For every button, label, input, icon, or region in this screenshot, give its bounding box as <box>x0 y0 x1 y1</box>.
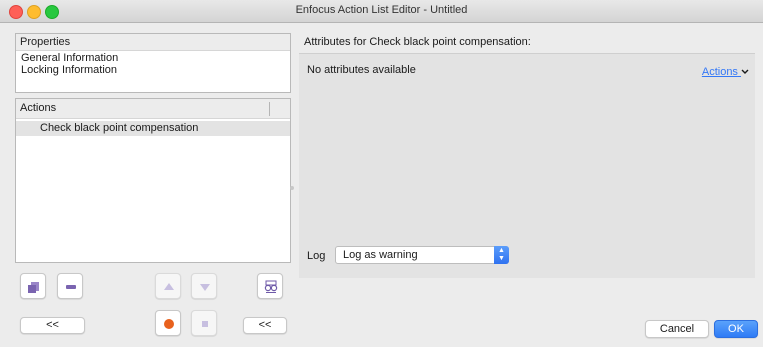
properties-panel: Properties General Information Locking I… <box>15 33 291 93</box>
properties-item-locking[interactable]: Locking Information <box>16 64 290 76</box>
title-bar: Enfocus Action List Editor - Untitled <box>0 0 763 23</box>
log-label: Log <box>307 250 326 262</box>
column-separator <box>269 102 270 116</box>
collapse-right-button[interactable]: << <box>243 317 287 334</box>
move-up-button[interactable] <box>155 273 181 299</box>
properties-item-general[interactable]: General Information <box>16 52 290 64</box>
ok-button[interactable]: OK <box>714 320 758 338</box>
attributes-area: No attributes available Actions Log Log … <box>299 53 755 278</box>
log-select-value: Log as warning <box>343 249 418 261</box>
collapse-left-button[interactable]: << <box>20 317 85 334</box>
actions-header-label: Actions <box>20 102 57 114</box>
stop-icon <box>202 321 208 327</box>
down-arrow-icon <box>200 284 210 291</box>
actions-list-header: Actions <box>16 99 290 119</box>
remove-action-button[interactable] <box>57 273 83 299</box>
properties-header: Properties <box>16 34 290 51</box>
splitter-handle[interactable] <box>290 186 294 190</box>
actions-menu-label: Actions <box>701 66 738 78</box>
no-attributes-text: No attributes available <box>307 64 416 76</box>
select-stepper-icon: ▲ ▼ <box>494 246 509 264</box>
cancel-button[interactable]: Cancel <box>645 320 709 338</box>
move-down-button[interactable] <box>191 273 217 299</box>
actions-list-panel: Actions Check black point compensation <box>15 98 291 263</box>
log-select[interactable]: Log as warning ▲ ▼ <box>335 246 509 264</box>
attributes-title: Attributes for Check black point compens… <box>304 36 531 48</box>
duplicate-icon <box>28 282 39 293</box>
action-item-label: Check black point compensation <box>40 122 199 134</box>
chevron-down-icon <box>741 69 749 75</box>
record-icon <box>164 319 174 329</box>
up-arrow-icon <box>164 283 174 290</box>
action-list-item[interactable]: Check black point compensation <box>16 121 290 136</box>
actions-menu-link[interactable]: Actions <box>702 66 749 78</box>
duplicate-action-button[interactable] <box>20 273 46 299</box>
run-button[interactable] <box>155 310 181 336</box>
window-title: Enfocus Action List Editor - Untitled <box>295 4 468 16</box>
glasses-icon <box>264 280 278 293</box>
inspect-button[interactable] <box>257 273 283 299</box>
stop-button[interactable] <box>191 310 217 336</box>
minus-icon <box>66 285 76 289</box>
